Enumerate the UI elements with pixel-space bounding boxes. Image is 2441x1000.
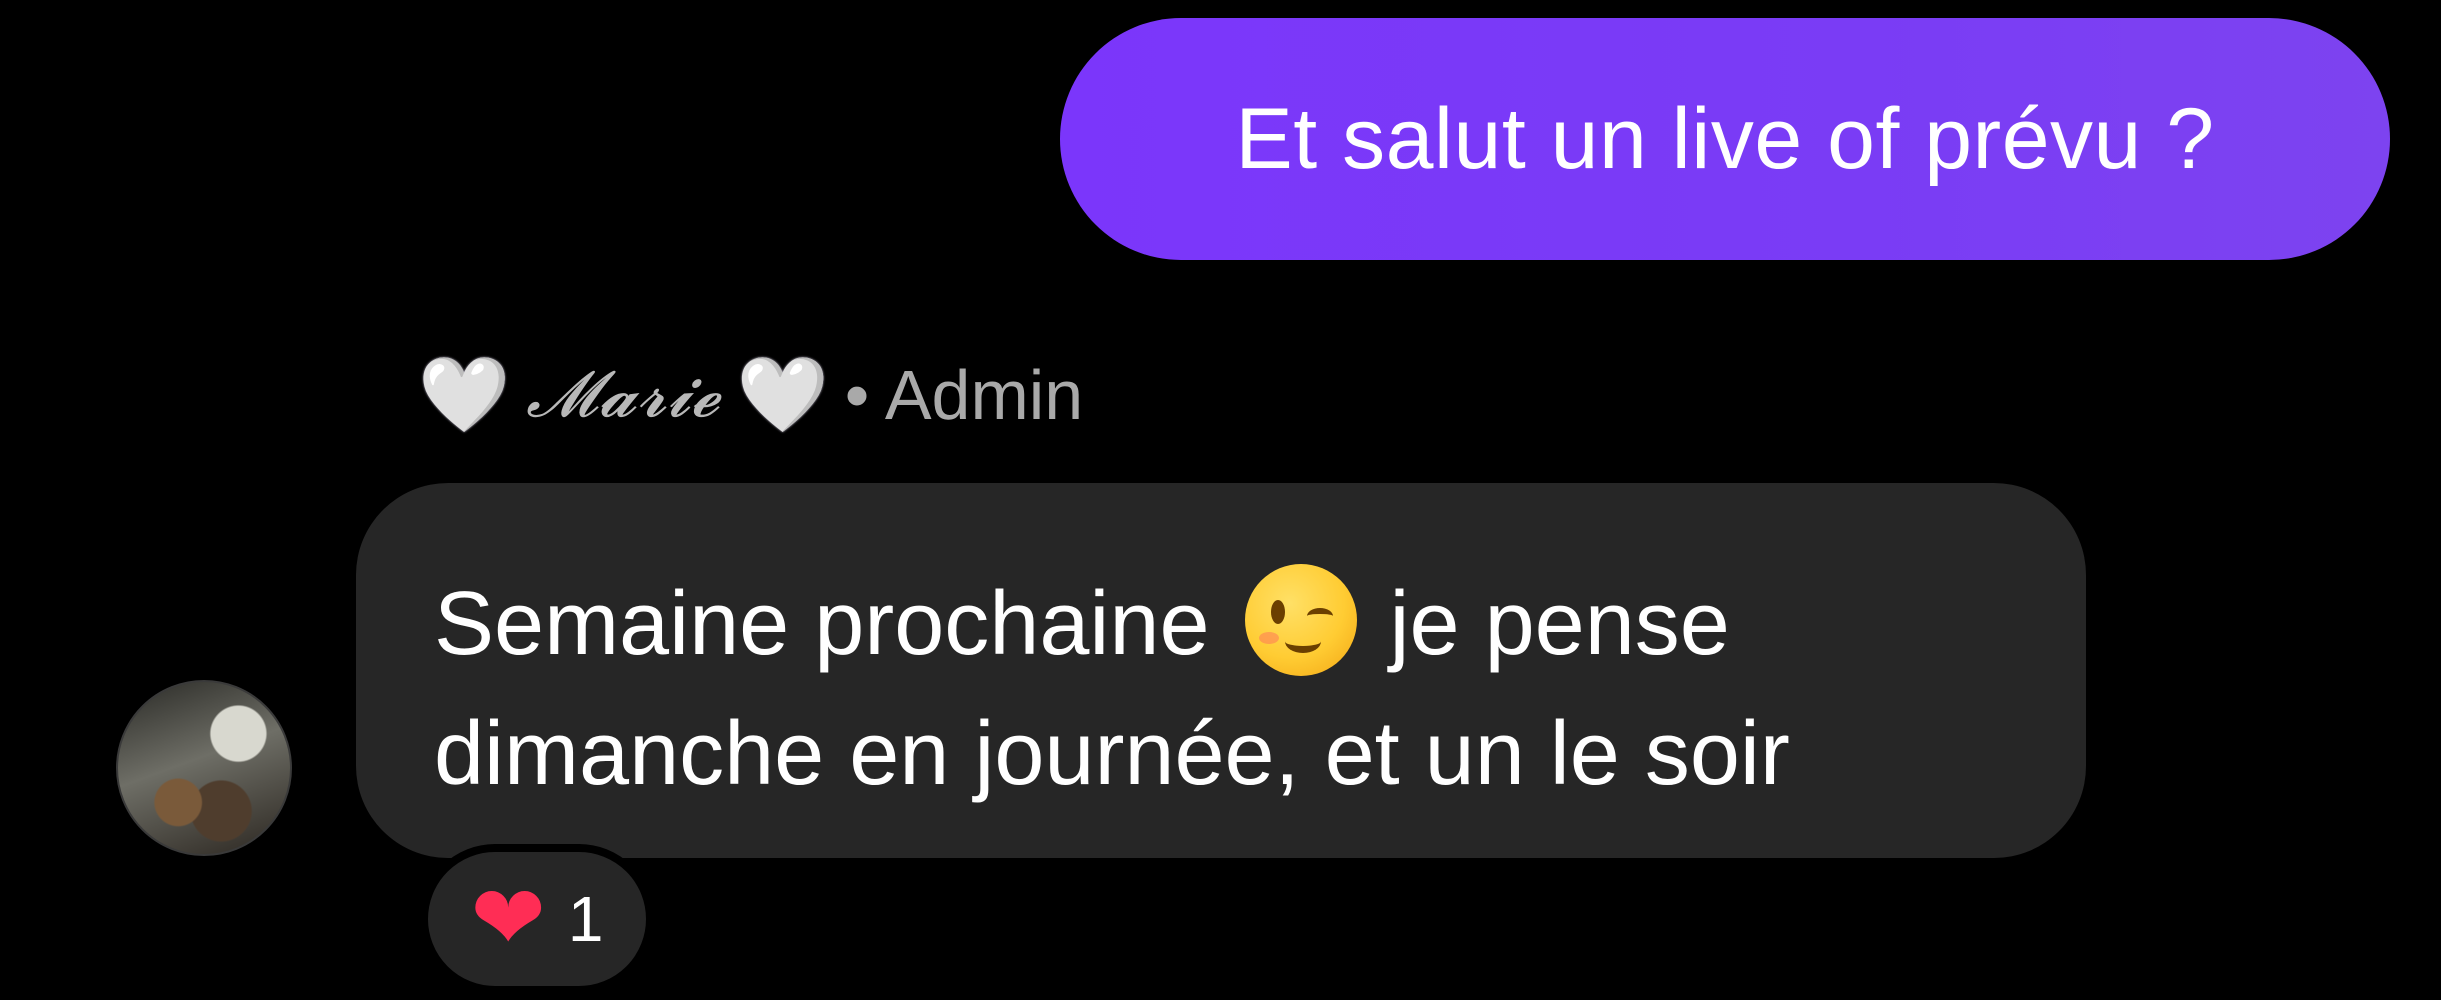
sender-role-badge: • Admin	[844, 356, 1084, 434]
sender-header: 🤍 𝓜𝓪𝓻𝓲𝓮 🤍 • Admin	[418, 345, 1083, 445]
message-text-segment: Semaine prochaine	[434, 574, 1210, 674]
message-text-segment: dimanche en journée, et un le soir	[434, 704, 1790, 804]
outgoing-message-bubble[interactable]: Et salut un live of prévu ?	[1060, 18, 2390, 260]
white-heart-icon: 🤍	[736, 353, 829, 436]
reaction-badge[interactable]: ❤ 1	[420, 844, 654, 994]
message-line: Semaine prochaine je pense	[434, 559, 2016, 689]
avatar[interactable]	[116, 680, 292, 856]
winking-face-icon	[1244, 564, 1357, 676]
reaction-count: 1	[567, 883, 604, 955]
message-line: dimanche en journée, et un le soir	[434, 689, 2016, 819]
sender-name[interactable]: 𝓜𝓪𝓻𝓲𝓮	[526, 358, 720, 432]
red-heart-icon: ❤	[470, 869, 546, 969]
white-heart-icon: 🤍	[418, 353, 511, 436]
message-text-segment: je pense	[1389, 574, 1730, 674]
incoming-message-bubble[interactable]: Semaine prochaine je pense dimanche en j…	[356, 483, 2086, 858]
outgoing-message-text: Et salut un live of prévu ?	[1235, 90, 2215, 187]
